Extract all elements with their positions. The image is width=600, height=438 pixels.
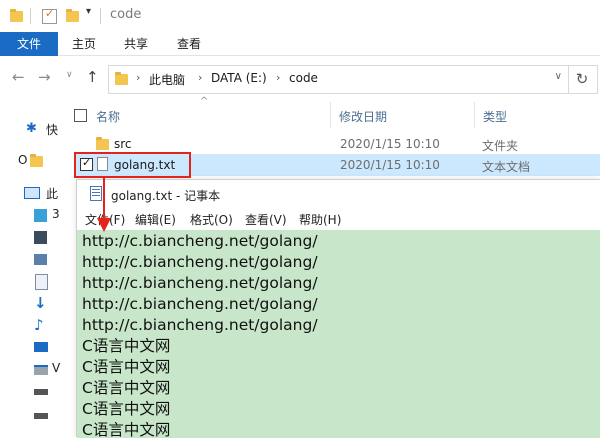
text-line: http://c.biancheng.net/golang/ (82, 232, 318, 250)
folder-icon (30, 154, 43, 167)
breadcrumb-drive[interactable]: DATA (E:) (211, 71, 267, 85)
back-arrow-icon[interactable]: ← (12, 68, 25, 86)
nav-item-drive-d[interactable] (0, 380, 60, 402)
breadcrumb-separator-icon[interactable]: › (198, 71, 202, 84)
highlight-box (74, 152, 191, 178)
navigation-bar: ← → ∨ ↑ › 此电脑 › DATA (E:) › code ∨ ↻ (0, 56, 600, 98)
menu-help[interactable]: 帮助(H) (299, 211, 341, 228)
nav-item-label: 快 (46, 123, 59, 137)
divider (100, 8, 101, 24)
menu-edit[interactable]: 编辑(E) (135, 211, 176, 228)
nav-item-label: 3 (52, 207, 60, 221)
navigation-pane: ✱ 快 O 此 3 ↓ ♪ V (0, 98, 60, 437)
column-divider[interactable] (330, 102, 331, 128)
column-divider[interactable] (474, 102, 475, 128)
folder-icon (115, 72, 128, 85)
breadcrumb-this-pc[interactable]: 此电脑 (149, 71, 185, 88)
address-bar[interactable]: › 此电脑 › DATA (E:) › code ∨ (108, 65, 569, 94)
text-line: C语言中文网 (82, 400, 171, 418)
download-icon: ↓ (34, 294, 47, 312)
tab-share[interactable]: 共享 (118, 32, 154, 56)
chevron-down-icon[interactable]: ▾ (86, 6, 91, 17)
breadcrumb-separator-icon[interactable]: › (136, 71, 140, 84)
tab-view[interactable]: 查看 (171, 32, 207, 56)
nav-item-quick-access[interactable]: ✱ 快 (0, 118, 60, 140)
forward-arrow-icon[interactable]: → (38, 68, 51, 86)
title-bar: ✓ ▾ code (0, 0, 600, 32)
film-icon (34, 231, 47, 244)
menu-view[interactable]: 查看(V) (245, 211, 287, 228)
column-header-date[interactable]: 修改日期 (339, 108, 387, 125)
tab-file[interactable]: 文件 (0, 32, 58, 56)
nav-item-documents[interactable] (0, 270, 60, 292)
column-headers: ^ 名称 修改日期 类型 (62, 96, 600, 132)
notepad-menu-bar: 文件(F) 编辑(E) 格式(O) 查看(V) 帮助(H) (77, 208, 600, 229)
nav-item-pictures[interactable] (0, 248, 60, 270)
nav-item-drive-c[interactable]: V (0, 358, 60, 380)
nav-item-label: O (18, 153, 28, 167)
desktop-icon (34, 342, 48, 352)
window-title: code (110, 7, 142, 22)
star-icon: ✱ (26, 121, 37, 136)
text-line: http://c.biancheng.net/golang/ (82, 274, 318, 292)
text-line: C语言中文网 (82, 379, 171, 397)
notepad-text-area[interactable]: http://c.biancheng.net/golang/ http://c.… (77, 230, 600, 438)
text-line: C语言中文网 (82, 337, 171, 355)
file-type: 文本文档 (482, 160, 531, 174)
refresh-icon: ↻ (575, 70, 589, 88)
nav-item-videos[interactable] (0, 226, 60, 248)
text-line: C语言中文网 (82, 421, 171, 438)
nav-item-label: V (52, 361, 61, 375)
notepad-title-bar[interactable]: golang.txt - 记事本 (77, 180, 600, 208)
red-arrow-icon (97, 178, 111, 232)
address-dropdown-icon[interactable]: ∨ (555, 71, 562, 82)
tab-home[interactable]: 主页 (66, 32, 102, 56)
nav-item-3d-objects[interactable]: 3 (0, 204, 60, 226)
file-name: src (114, 137, 132, 151)
nav-item-drive-e[interactable] (0, 404, 60, 426)
file-date: 2020/1/15 10:10 (340, 158, 440, 172)
notepad-window[interactable]: golang.txt - 记事本 文件(F) 编辑(E) 格式(O) 查看(V)… (76, 179, 600, 438)
drive-icon (34, 365, 48, 375)
breadcrumb-separator-icon[interactable]: › (276, 71, 280, 84)
new-folder-icon[interactable] (66, 9, 79, 22)
nav-item-music[interactable]: ♪ (0, 314, 60, 336)
refresh-button[interactable]: ↻ (567, 65, 598, 94)
cube-icon (34, 209, 47, 222)
drive2-icon (34, 389, 48, 395)
notepad-title: golang.txt - 记事本 (111, 189, 221, 203)
column-header-type[interactable]: 类型 (483, 108, 507, 125)
text-line: C语言中文网 (82, 358, 171, 376)
document-icon (35, 274, 48, 290)
nav-item-label: 此 (46, 187, 59, 201)
divider (30, 8, 31, 24)
nav-item-downloads[interactable]: ↓ (0, 292, 60, 314)
nav-item-onedrive[interactable]: O (0, 150, 60, 172)
column-header-name[interactable]: 名称 (96, 108, 120, 125)
music-icon: ♪ (34, 316, 44, 334)
file-type: 文件夹 (482, 139, 519, 153)
drive3-icon (34, 413, 48, 419)
folder-icon (10, 9, 23, 22)
sort-ascending-icon: ^ (200, 96, 209, 107)
select-all-checkbox[interactable] (74, 109, 87, 122)
picture-icon (34, 254, 47, 265)
text-line: http://c.biancheng.net/golang/ (82, 316, 318, 334)
recent-dropdown-icon[interactable]: ∨ (66, 70, 73, 80)
up-arrow-icon[interactable]: ↑ (86, 68, 99, 86)
nav-item-this-pc[interactable]: 此 (0, 182, 60, 204)
text-line: http://c.biancheng.net/golang/ (82, 253, 318, 271)
computer-icon (24, 187, 40, 199)
ribbon-tabs: 文件 主页 共享 查看 (0, 32, 600, 56)
text-line: http://c.biancheng.net/golang/ (82, 295, 318, 313)
nav-item-desktop[interactable] (0, 336, 60, 358)
menu-format[interactable]: 格式(O) (190, 211, 233, 228)
file-date: 2020/1/15 10:10 (340, 137, 440, 151)
breadcrumb-code[interactable]: code (289, 71, 318, 85)
properties-icon[interactable]: ✓ (42, 7, 57, 24)
folder-icon (96, 137, 109, 150)
